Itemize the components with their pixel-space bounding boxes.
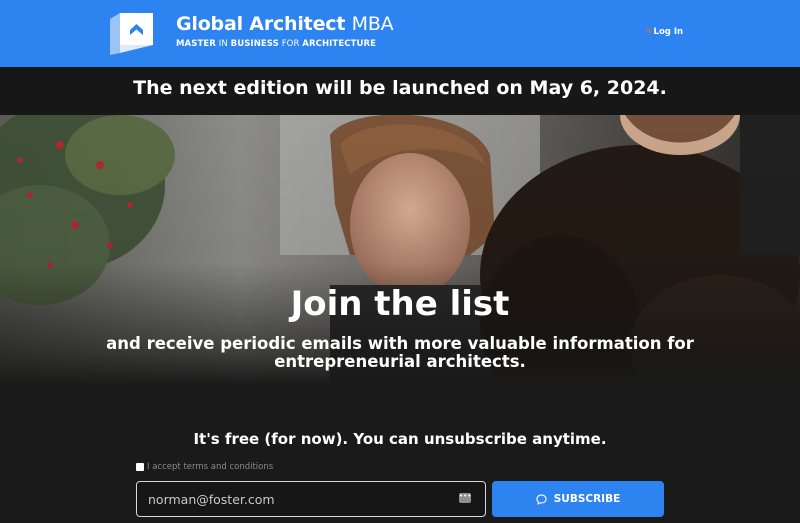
terms-row: I accept terms and conditions [136,462,273,472]
tagline-word: ARCHITECTURE [302,39,377,49]
building-logo-icon[interactable] [110,11,154,55]
terms-prefix: I accept [147,462,181,472]
brand-name: Global Architect [176,13,346,35]
brand-title[interactable]: Global Architect MBA [176,13,394,35]
subscribe-label: SUBSCRIBE [553,493,621,505]
terms-label: I accept terms and conditions [147,462,273,472]
tagline-word: BUSINESS [230,39,279,49]
tagline-word: FOR [281,39,300,49]
terms-checkbox[interactable] [136,463,144,471]
login-link[interactable]: ✎Log In [645,27,683,37]
chat-bubble-icon [536,494,547,505]
pin-icon: ✎ [645,27,653,37]
hero-section: Join the list and receive periodic email… [0,115,800,385]
site-header: Global Architect MBA MASTER IN BUSINESS … [0,0,800,67]
tagline-word: IN [218,39,228,49]
subscribe-button[interactable]: SUBSCRIBE [492,481,664,517]
launch-announcement: The next edition will be launched on May… [0,67,800,115]
tagline-word: MASTER [176,39,216,49]
free-note: It's free (for now). You can unsubscribe… [193,430,607,448]
brand-suffix: MBA [351,13,394,35]
login-label: Log In [653,27,684,37]
email-input[interactable] [148,490,448,508]
terms-link[interactable]: terms and conditions [183,462,273,472]
hero-subtitle: and receive periodic emails with more va… [106,334,694,371]
autofill-key-icon[interactable]: ••• [459,493,471,503]
brand-tagline: MASTER IN BUSINESS FOR ARCHITECTURE [176,39,376,49]
hero-title: Join the list [290,284,510,324]
email-field-wrapper: ••• [136,481,486,517]
